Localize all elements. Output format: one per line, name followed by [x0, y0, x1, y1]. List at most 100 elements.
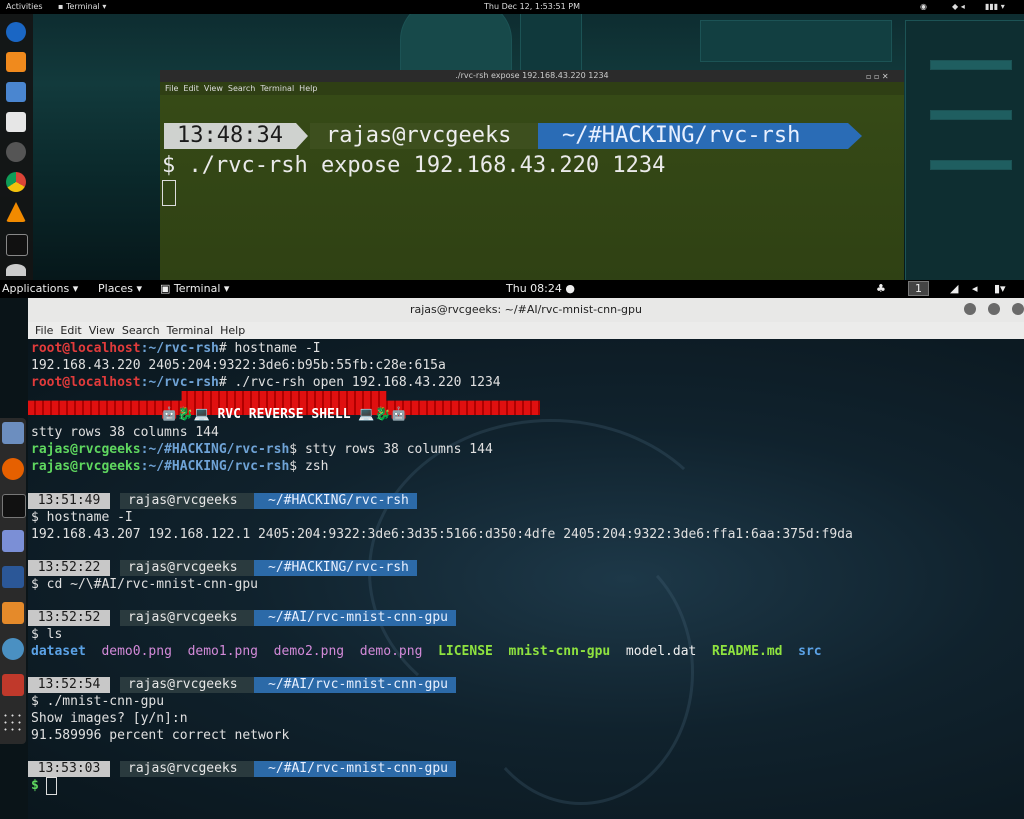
menu-view[interactable]: View	[89, 324, 115, 337]
menu-view[interactable]: View	[204, 84, 223, 93]
volume-icon[interactable]: ◂	[972, 282, 978, 295]
prompt-path: ~/#HACKING/rvc-rsh	[254, 493, 417, 509]
prompt-user: rajas@rvcgeeks	[120, 493, 254, 509]
activities-button[interactable]: Activities	[6, 2, 43, 11]
main-terminal-menubar: File Edit View Search Terminal Help	[28, 322, 1024, 340]
places-menu[interactable]: Places ▾	[98, 282, 142, 295]
disks-icon[interactable]	[6, 264, 26, 276]
app-grid-icon[interactable]	[2, 712, 24, 734]
wifi-icon[interactable]: ◢	[950, 282, 958, 295]
menu-file[interactable]: File	[165, 84, 178, 93]
sublime-icon[interactable]	[6, 52, 26, 72]
terminal-line: rajas@rvcgeeks:~/#HACKING/rvc-rsh$ stty …	[31, 442, 493, 458]
battery-icon[interactable]: ▮▾	[994, 282, 1006, 295]
files-icon[interactable]	[6, 82, 26, 102]
menu-help[interactable]: Help	[220, 324, 245, 337]
terminal-line: root@localhost:~/rvc-rsh# ./rvc-rsh open…	[31, 375, 501, 391]
minimize-button[interactable]	[964, 303, 976, 315]
prompt-path: :~/rvc-rsh	[140, 341, 219, 356]
close-button[interactable]	[1012, 303, 1024, 315]
notes-icon[interactable]	[2, 530, 24, 552]
burpsuite-icon[interactable]	[2, 602, 24, 624]
outer-top-bar: Activities ▪ Terminal ▾ Thu Dec 12, 1:53…	[0, 0, 1024, 14]
vlc-icon[interactable]	[6, 202, 26, 222]
main-terminal-title: rajas@rvcgeeks: ~/#AI/rvc-mnist-cnn-gpu	[28, 298, 1024, 322]
ls-item: src	[798, 644, 822, 659]
files-icon[interactable]	[2, 422, 24, 444]
terminal-output: Show images? [y/n]:n	[31, 711, 188, 726]
prompt-time: 13:52:52	[28, 610, 110, 626]
metasploit-icon[interactable]	[2, 566, 24, 588]
prompt-time: 13:53:03	[28, 761, 110, 777]
command-text: $ ls	[31, 627, 63, 642]
power-icon[interactable]: ▮▮▮ ▾	[985, 2, 1005, 11]
ls-item: model.dat	[625, 644, 697, 659]
camera-icon[interactable]	[6, 142, 26, 162]
clock[interactable]: Thu Dec 12, 1:53:51 PM	[484, 2, 580, 11]
inner-dock	[0, 418, 26, 744]
prompt-path: :~/rvc-rsh	[140, 375, 219, 390]
terminal-app-menu[interactable]: ▣ Terminal ▾	[160, 282, 229, 295]
terminal-dock-icon[interactable]	[2, 494, 26, 518]
small-terminal-body[interactable]: 13:48:34 rajas@rvcgeeks ~/#HACKING/rvc-r…	[160, 95, 904, 280]
kali-menu-icon[interactable]	[6, 22, 26, 42]
ls-item: demo2.png	[273, 644, 345, 659]
command-text: $ ./mnist-cnn-gpu	[31, 694, 165, 709]
prompt-user: rajas@rvcgeeks	[120, 677, 254, 693]
prompt-path: ~/#AI/rvc-mnist-cnn-gpu	[254, 761, 457, 777]
ls-item: demo.png	[359, 644, 423, 659]
menu-search[interactable]: Search	[228, 84, 255, 93]
text-editor-icon[interactable]	[6, 112, 26, 132]
terminal-output: 192.168.43.207 192.168.122.1 2405:204:93…	[31, 527, 853, 542]
terminal-label: Terminal	[173, 282, 221, 295]
ls-item: LICENSE	[438, 644, 493, 659]
main-terminal-window: rajas@rvcgeeks: ~/#AI/rvc-mnist-cnn-gpu …	[28, 298, 1024, 819]
menu-edit[interactable]: Edit	[183, 84, 199, 93]
terminal-line: rajas@rvcgeeks:~/#HACKING/rvc-rsh$ zsh	[31, 459, 328, 475]
places-label: Places	[98, 282, 133, 295]
prompt-time: 13:52:54	[28, 677, 110, 693]
menu-file[interactable]: File	[35, 324, 53, 337]
inner-top-bar: Applications ▾ Places ▾ ▣ Terminal ▾ Thu…	[0, 280, 1024, 298]
ls-item: mnist-cnn-gpu	[508, 644, 611, 659]
app-menu-label: Terminal	[65, 2, 100, 11]
terminal-line: root@localhost:~/rvc-rsh# hostname -I	[31, 341, 321, 357]
prompt-user: rajas@rvcgeeks	[120, 761, 254, 777]
command-line: $ ./rvc-rsh expose 192.168.43.220 1234	[162, 153, 666, 178]
maximize-button[interactable]	[988, 303, 1000, 315]
prompt-path-arrow	[848, 123, 862, 149]
small-terminal-title: ./rvc-rsh expose 192.168.43.220 1234	[160, 70, 904, 82]
users-icon[interactable]: ♣	[876, 282, 886, 295]
prompt-path: ~/#HACKING/rvc-rsh	[538, 123, 848, 149]
menu-terminal[interactable]: Terminal	[260, 84, 294, 93]
menu-help[interactable]: Help	[299, 84, 317, 93]
chrome-icon[interactable]	[6, 172, 26, 192]
armitage-icon[interactable]	[2, 674, 24, 696]
eye-icon[interactable]	[2, 638, 24, 660]
command-text: # ./rvc-rsh open 192.168.43.220 1234	[218, 375, 501, 390]
cursor	[162, 180, 176, 206]
prompt-user: rajas@rvcgeeks	[120, 610, 254, 626]
network-icon[interactable]: ◆ ◂	[952, 2, 965, 11]
workspace-indicator[interactable]: 1	[908, 281, 929, 296]
banner-text: 🤖🐉💻 RVC REVERSE SHELL 💻🐉🤖	[161, 407, 407, 422]
applications-menu[interactable]: Applications ▾	[2, 282, 78, 295]
command-prompt: $	[31, 778, 39, 793]
main-terminal-body[interactable]: root@localhost:~/rvc-rsh# hostname -I 19…	[28, 339, 1024, 819]
prompt-user: rajas@rvcgeeks	[310, 123, 548, 149]
cursor	[46, 777, 57, 795]
inner-clock[interactable]: Thu 08:24 ●	[506, 282, 575, 295]
small-window-controls[interactable]: ▫ ▫ ✕	[866, 72, 889, 81]
ls-item: demo0.png	[101, 644, 172, 659]
ls-output: dataset demo0.png demo1.png demo2.png de…	[31, 644, 822, 660]
terminal-dock-icon[interactable]	[6, 234, 28, 256]
app-menu-terminal[interactable]: ▪ Terminal ▾	[58, 2, 106, 11]
ls-item: README.md	[712, 644, 783, 659]
menu-edit[interactable]: Edit	[60, 324, 81, 337]
menu-terminal[interactable]: Terminal	[167, 324, 214, 337]
outer-dock	[0, 14, 33, 280]
accessibility-icon[interactable]: ◉	[920, 2, 927, 11]
firefox-icon[interactable]	[2, 458, 24, 480]
ls-item: dataset	[31, 644, 86, 659]
menu-search[interactable]: Search	[122, 324, 160, 337]
